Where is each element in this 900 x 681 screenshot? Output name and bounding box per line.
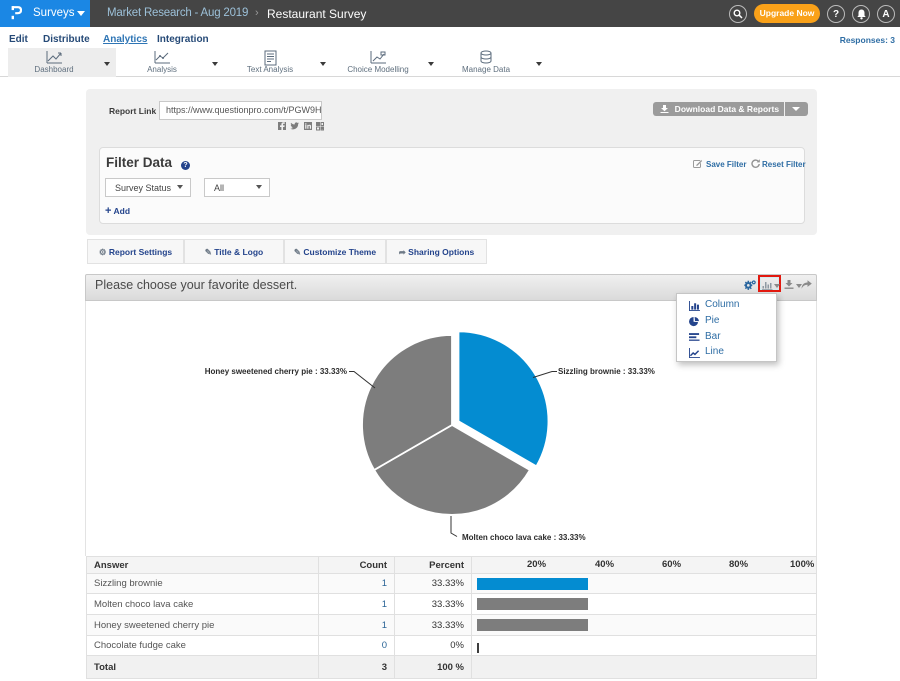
svg-text:Sizzling brownie : 33.33%: Sizzling brownie : 33.33%: [558, 367, 655, 376]
svg-text:Molten choco lava cake : 33.33: Molten choco lava cake : 33.33%: [462, 533, 586, 542]
svg-text:Honey sweetened cherry pie : 3: Honey sweetened cherry pie : 33.33%: [205, 367, 347, 376]
